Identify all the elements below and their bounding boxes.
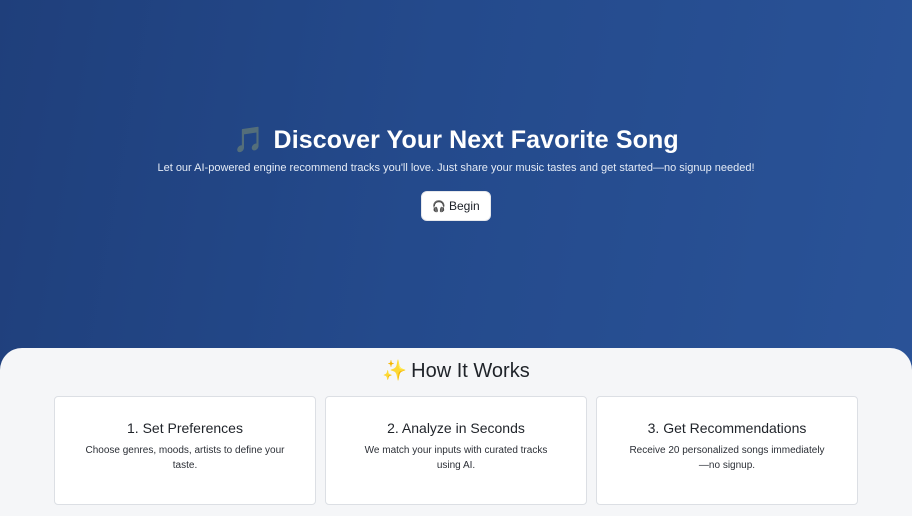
step-card-recommendations: 3. Get Recommendations Receive 20 person… — [596, 396, 858, 505]
step-card-text: Choose genres, moods, artists to define … — [85, 445, 285, 471]
step-card-title: 3. Get Recommendations — [647, 420, 807, 436]
how-it-works-section: ✨ How It Works 1. Set Preferences Choose … — [0, 348, 912, 516]
how-it-works-title: ✨ How It Works — [0, 358, 912, 384]
hero-title-text: Discover Your Next Favorite Song — [273, 126, 679, 154]
how-it-works-title-text: How It Works — [411, 360, 530, 382]
sparkles-icon: ✨ — [382, 360, 408, 382]
step-card-text: Receive 20 personalized songs immediatel… — [629, 445, 825, 471]
begin-button[interactable]: 🎧 Begin — [421, 191, 491, 221]
step-card-title: 2. Analyze in Seconds — [387, 420, 525, 436]
hero-subtitle: Let our AI-powered engine recommend trac… — [157, 162, 755, 174]
step-card-title: 1. Set Preferences — [127, 420, 243, 436]
music-note-icon: 🎵 — [233, 126, 265, 154]
hero-title: 🎵 Discover Your Next Favorite Song — [0, 122, 912, 158]
step-card-analyze: 2. Analyze in Seconds We match your inpu… — [325, 396, 587, 505]
headphones-icon: 🎧 — [432, 201, 446, 213]
begin-button-label: Begin — [449, 199, 480, 213]
hero-section: 🎵 Discover Your Next Favorite Song Let o… — [0, 0, 912, 360]
step-card-preferences: 1. Set Preferences Choose genres, moods,… — [54, 396, 316, 505]
step-card-text: We match your inputs with curated tracks… — [364, 445, 548, 471]
